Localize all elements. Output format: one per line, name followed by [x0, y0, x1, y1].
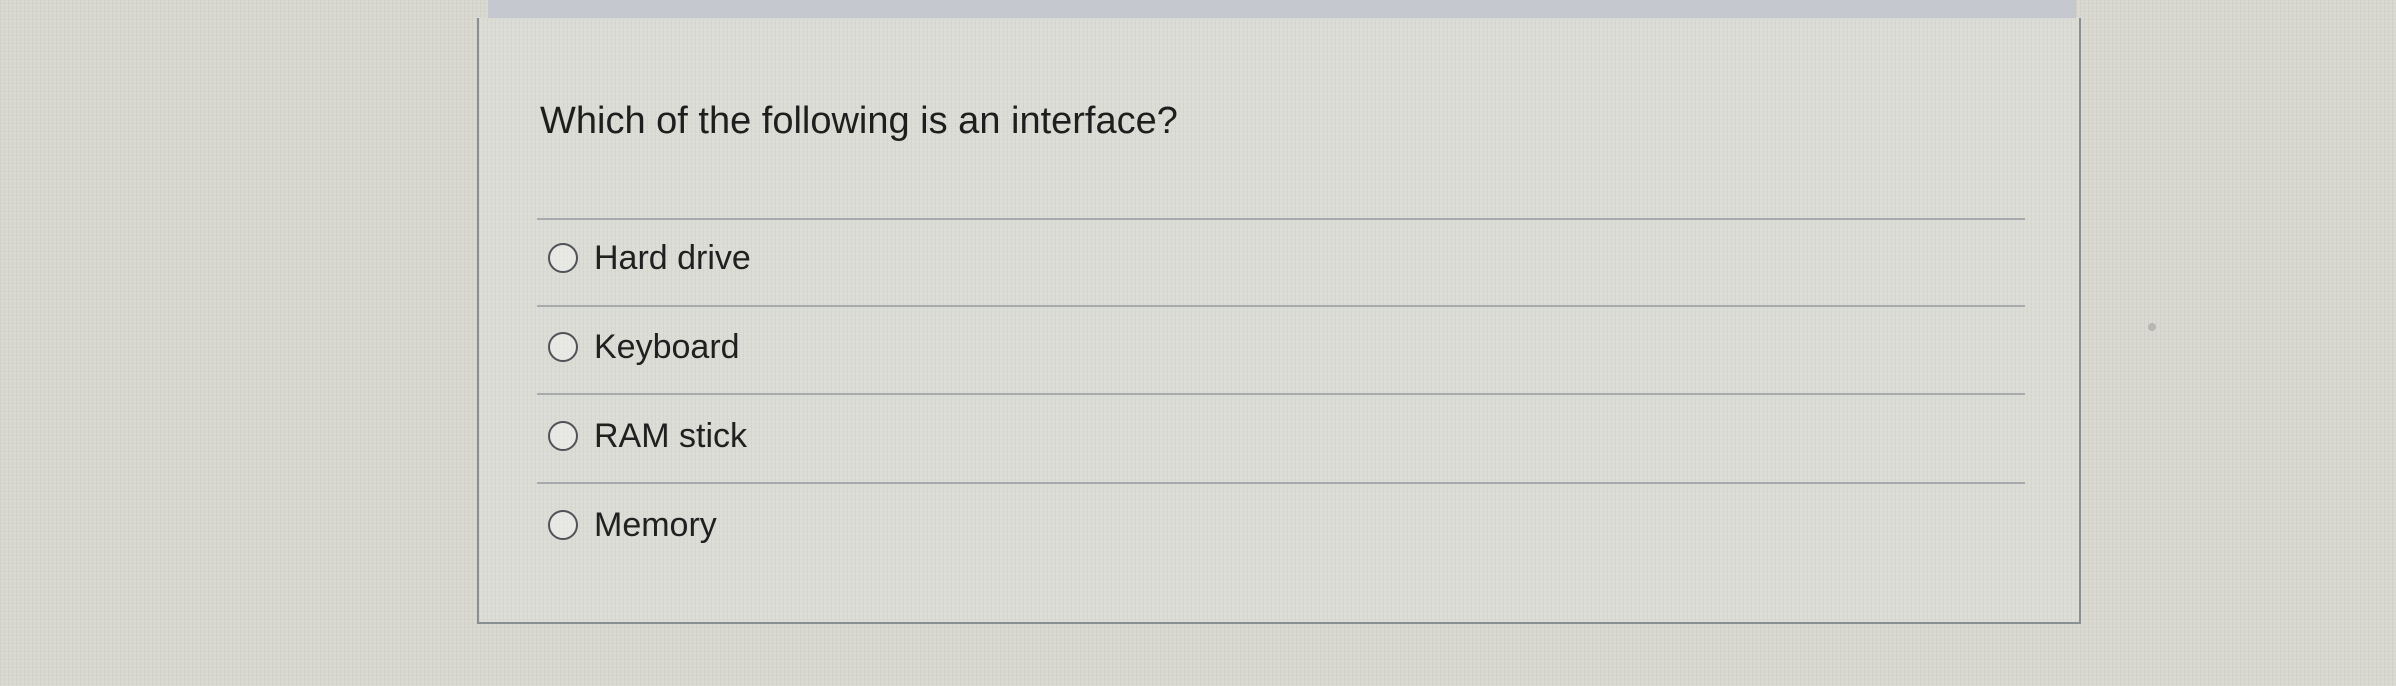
answer-option-hard-drive[interactable]: Hard drive	[548, 238, 751, 278]
answer-option-memory[interactable]: Memory	[548, 505, 717, 545]
radio-button-icon[interactable]	[548, 421, 578, 451]
question-text: Which of the following is an interface?	[540, 100, 1178, 142]
answer-option-ram-stick[interactable]: RAM stick	[548, 416, 747, 456]
option-divider	[537, 482, 2025, 484]
question-divider	[537, 218, 2025, 220]
answer-option-keyboard[interactable]: Keyboard	[548, 327, 740, 367]
option-divider	[537, 305, 2025, 307]
radio-button-icon[interactable]	[548, 510, 578, 540]
radio-button-icon[interactable]	[548, 243, 578, 273]
answer-option-label: Keyboard	[594, 328, 740, 366]
answer-option-label: Memory	[594, 506, 717, 544]
background-speck	[2148, 323, 2156, 331]
answer-option-label: Hard drive	[594, 239, 751, 277]
option-divider	[537, 393, 2025, 395]
radio-button-icon[interactable]	[548, 332, 578, 362]
answer-option-label: RAM stick	[594, 417, 747, 455]
